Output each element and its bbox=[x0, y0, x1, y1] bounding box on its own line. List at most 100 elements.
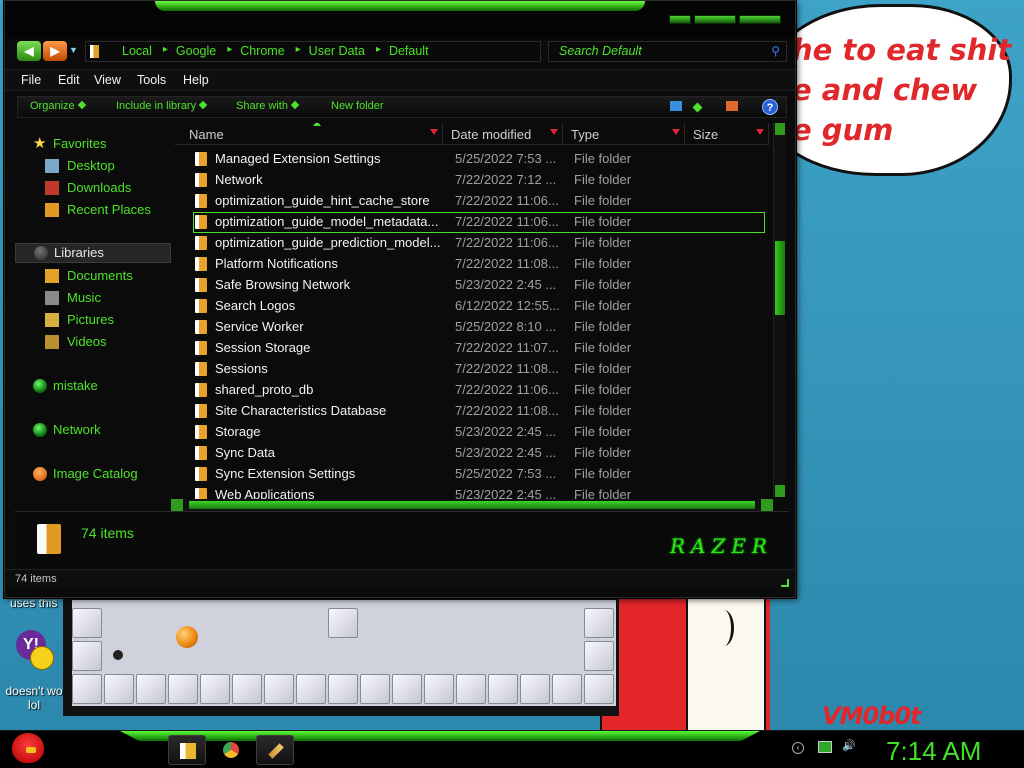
back-button[interactable]: ◀ bbox=[17, 41, 41, 61]
organize-button[interactable]: Organize bbox=[30, 100, 86, 112]
scroll-up-button[interactable] bbox=[775, 123, 785, 135]
network-status-icon[interactable] bbox=[818, 741, 832, 753]
file-row[interactable]: Managed Extension Settings 5/25/2022 7:53… bbox=[175, 149, 775, 170]
volume-icon[interactable]: 🔊 bbox=[842, 739, 856, 753]
nav-downloads[interactable]: Downloads bbox=[15, 179, 171, 199]
column-header-type[interactable]: Type bbox=[563, 123, 685, 145]
file-row[interactable]: optimization_guide_model_metadata... 7/22… bbox=[175, 212, 775, 233]
title-bar[interactable] bbox=[5, 1, 795, 39]
file-list[interactable]: Name Date modified Type Size Managed Ext… bbox=[175, 123, 775, 511]
nav-homegroup[interactable]: mistake bbox=[15, 377, 171, 397]
nav-pictures[interactable]: Pictures bbox=[15, 311, 171, 331]
game-tile[interactable] bbox=[296, 674, 326, 704]
horizontal-scroll-thumb[interactable] bbox=[189, 501, 755, 509]
game-ball[interactable] bbox=[176, 626, 198, 648]
file-row[interactable]: Sync Data 5/23/2022 2:45 ... File folder bbox=[175, 443, 775, 464]
file-row[interactable]: Safe Browsing Network 5/23/2022 2:45 ... F… bbox=[175, 275, 775, 296]
file-row[interactable]: Network 7/22/2022 7:12 ... File folder bbox=[175, 170, 775, 191]
show-hidden-icons-icon[interactable]: ‹ bbox=[792, 742, 804, 754]
file-row[interactable]: Session Storage 7/22/2022 11:07... File fo… bbox=[175, 338, 775, 359]
search-input[interactable]: Search Default ⚲ bbox=[548, 41, 787, 62]
scroll-left-button[interactable] bbox=[171, 499, 183, 511]
share-with-button[interactable]: Share with bbox=[236, 100, 300, 112]
recent-pages-dropdown-icon[interactable]: ▼ bbox=[69, 45, 78, 55]
game-tile[interactable] bbox=[456, 674, 486, 704]
resize-grip-icon[interactable] bbox=[781, 579, 789, 587]
game-tile[interactable] bbox=[552, 674, 582, 704]
search-icon[interactable]: ⚲ bbox=[771, 44, 780, 58]
file-row[interactable]: Storage 5/23/2022 2:45 ... File folder bbox=[175, 422, 775, 443]
help-icon[interactable]: ? bbox=[762, 99, 778, 115]
game-tile[interactable] bbox=[584, 674, 614, 704]
nav-music[interactable]: Music bbox=[15, 289, 171, 309]
menu-tools[interactable]: Tools bbox=[137, 73, 166, 87]
breadcrumb-item[interactable]: User Data bbox=[293, 44, 373, 58]
file-row[interactable]: shared_proto_db 7/22/2022 11:06... File fo… bbox=[175, 380, 775, 401]
explorer-window[interactable]: ◀ ▶ ▼ LocalGoogleChromeUser DataDefault … bbox=[4, 0, 796, 598]
game-tile[interactable] bbox=[232, 674, 262, 704]
file-row[interactable]: Platform Notifications 7/22/2022 11:08...… bbox=[175, 254, 775, 275]
view-dropdown-icon[interactable] bbox=[692, 102, 703, 113]
breadcrumb-item[interactable]: Chrome bbox=[224, 44, 292, 58]
file-row[interactable]: Site Characteristics Database 7/22/2022 1… bbox=[175, 401, 775, 422]
scroll-down-button[interactable] bbox=[775, 485, 785, 497]
game-tile[interactable] bbox=[72, 674, 102, 704]
taskbar-paint[interactable] bbox=[256, 735, 294, 765]
nav-videos[interactable]: Videos bbox=[15, 333, 171, 353]
column-header-size[interactable]: Size bbox=[685, 123, 769, 145]
yahoo-messenger-icon[interactable]: Y! bbox=[16, 630, 54, 672]
menu-file[interactable]: File bbox=[21, 73, 41, 87]
game-tile[interactable] bbox=[168, 674, 198, 704]
column-header-name[interactable]: Name bbox=[175, 123, 443, 145]
desktop-icon-label[interactable]: uses this bbox=[10, 596, 57, 610]
file-row[interactable]: Service Worker 5/25/2022 8:10 ... File fol… bbox=[175, 317, 775, 338]
file-row[interactable]: optimization_guide_hint_cache_store 7/22/… bbox=[175, 191, 775, 212]
scroll-right-button[interactable] bbox=[761, 499, 773, 511]
game-tile[interactable] bbox=[328, 608, 358, 638]
taskbar-chrome[interactable] bbox=[212, 735, 250, 765]
vertical-scrollbar[interactable] bbox=[773, 123, 785, 497]
file-row[interactable]: Search Logos 6/12/2022 12:55... File folde… bbox=[175, 296, 775, 317]
game-tile[interactable] bbox=[72, 608, 102, 638]
breadcrumb-item[interactable]: Google bbox=[160, 44, 224, 58]
start-button[interactable] bbox=[8, 731, 48, 767]
column-header-date-modified[interactable]: Date modified bbox=[443, 123, 563, 145]
game-board[interactable] bbox=[72, 600, 616, 706]
menu-view[interactable]: View bbox=[94, 73, 121, 87]
close-button[interactable] bbox=[739, 15, 781, 24]
scroll-thumb[interactable] bbox=[775, 241, 785, 315]
menu-help[interactable]: Help bbox=[183, 73, 209, 87]
game-tile[interactable] bbox=[584, 641, 614, 671]
breadcrumb-item[interactable]: Default bbox=[373, 44, 437, 58]
nav-image-catalog[interactable]: Image Catalog bbox=[15, 465, 171, 485]
nav-libraries[interactable]: Libraries bbox=[15, 243, 171, 263]
nav-documents[interactable]: Documents bbox=[15, 267, 171, 287]
game-tile[interactable] bbox=[328, 674, 358, 704]
menu-edit[interactable]: Edit bbox=[58, 73, 80, 87]
game-tile[interactable] bbox=[488, 674, 518, 704]
game-tile[interactable] bbox=[520, 674, 550, 704]
horizontal-scrollbar[interactable] bbox=[171, 499, 773, 511]
breadcrumb-item[interactable]: Local bbox=[106, 44, 160, 58]
file-row[interactable]: Sessions 7/22/2022 11:08... File folder bbox=[175, 359, 775, 380]
game-tile[interactable] bbox=[584, 608, 614, 638]
taskbar-explorer[interactable] bbox=[168, 735, 206, 765]
game-tile[interactable] bbox=[360, 674, 390, 704]
nav-network[interactable]: Network bbox=[15, 421, 171, 441]
game-tile[interactable] bbox=[264, 674, 294, 704]
game-tile[interactable] bbox=[104, 674, 134, 704]
game-tile[interactable] bbox=[136, 674, 166, 704]
minimize-button[interactable] bbox=[669, 15, 691, 24]
breadcrumb[interactable]: LocalGoogleChromeUser DataDefault ▼ ⟳ bbox=[85, 41, 603, 62]
new-folder-button[interactable]: New folder bbox=[331, 100, 384, 112]
preview-pane-icon[interactable] bbox=[726, 101, 738, 111]
file-row[interactable]: Sync Extension Settings 5/25/2022 7:53 ..… bbox=[175, 464, 775, 485]
taskbar-clock[interactable]: 7:14 AM bbox=[886, 736, 981, 767]
view-options-icon[interactable] bbox=[670, 101, 682, 111]
forward-button[interactable]: ▶ bbox=[43, 41, 67, 61]
nav-favorites[interactable]: ★ Favorites bbox=[15, 135, 171, 155]
nav-desktop[interactable]: Desktop bbox=[15, 157, 171, 177]
maximize-button[interactable] bbox=[694, 15, 736, 24]
yahoo-icon-label[interactable]: doesn't wo lol bbox=[2, 684, 66, 712]
game-tile[interactable] bbox=[72, 641, 102, 671]
